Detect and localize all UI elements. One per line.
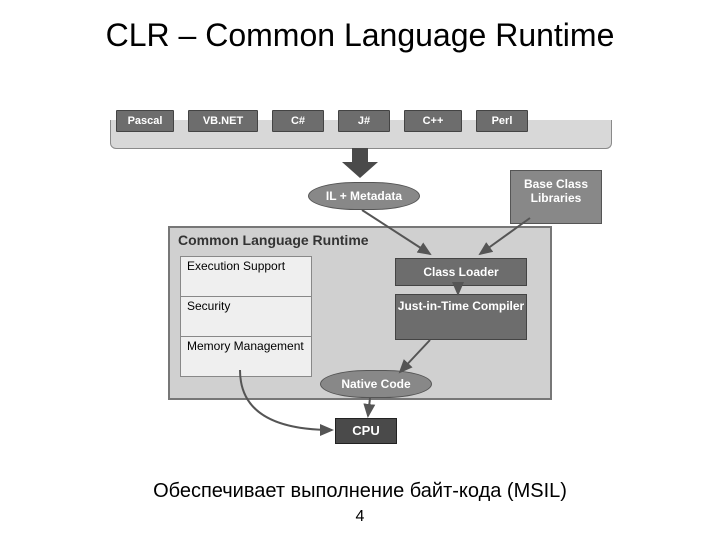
lang-perl: Perl [476, 110, 528, 132]
service-execution-support: Execution Support [181, 257, 311, 297]
lang-cpp: C++ [404, 110, 462, 132]
lang-csharp: C# [272, 110, 324, 132]
clr-services-box: Execution Support Security Memory Manage… [180, 256, 312, 377]
service-memory-management: Memory Management [181, 337, 311, 376]
il-metadata-pill: IL + Metadata [308, 182, 420, 210]
slide-title: CLR – Common Language Runtime [0, 16, 720, 54]
service-security: Security [181, 297, 311, 337]
base-class-libraries-box: Base Class Libraries [510, 170, 602, 224]
class-loader-box: Class Loader [395, 258, 527, 286]
arrow-languages-to-il [340, 148, 380, 178]
slide-caption: Обеспечивает выполнение байт-кода (MSIL) [0, 480, 720, 503]
jit-compiler-box: Just-in-Time Compiler [395, 294, 527, 340]
slide: CLR – Common Language Runtime Pascal VB.… [0, 0, 720, 540]
lang-vbnet: VB.NET [188, 110, 258, 132]
cpu-box: CPU [335, 418, 397, 444]
lang-jsharp: J# [338, 110, 390, 132]
lang-pascal: Pascal [116, 110, 174, 132]
native-code-pill: Native Code [320, 370, 432, 398]
clr-label: Common Language Runtime [178, 232, 369, 248]
clr-diagram: Pascal VB.NET C# J# C++ Perl IL + Metada… [110, 110, 610, 470]
page-number: 4 [0, 508, 720, 526]
